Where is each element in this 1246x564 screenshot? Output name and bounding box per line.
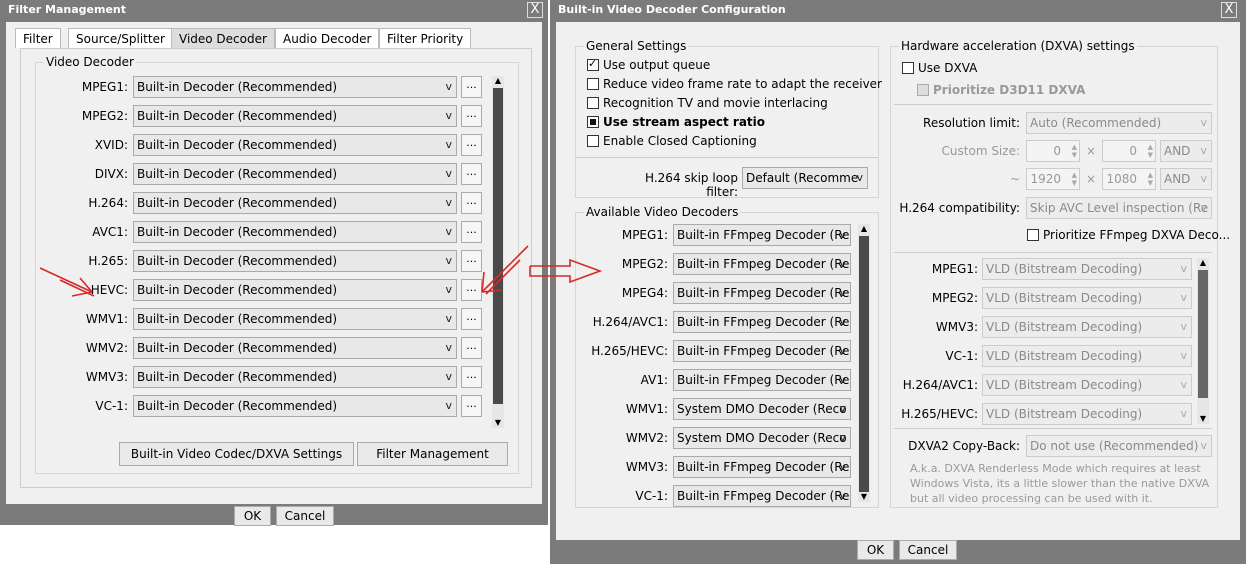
annotation-layer: [39, 245, 603, 297]
arrow-to-dots-icon: [481, 245, 529, 295]
arrow-to-hevc-icon: [39, 267, 95, 297]
double-arrow-icon: [529, 258, 603, 284]
